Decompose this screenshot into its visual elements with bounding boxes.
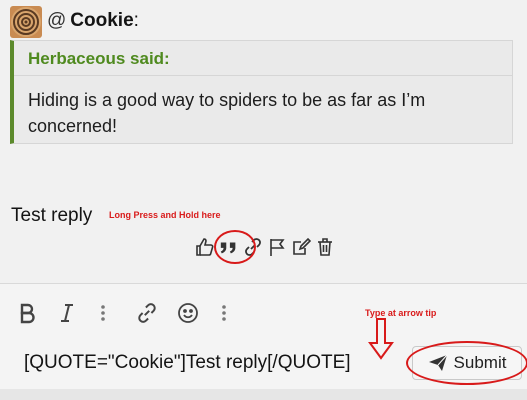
quote-divider (14, 75, 512, 76)
smiley-icon[interactable] (175, 300, 201, 326)
flag-icon[interactable] (267, 236, 287, 258)
italic-icon[interactable] (54, 300, 80, 326)
quote-block: Herbaceous said: Hiding is a good way to… (10, 40, 513, 144)
highlight-ring-quote (214, 230, 256, 264)
bold-icon[interactable] (14, 300, 40, 326)
mention-suffix: : (133, 10, 139, 31)
editor-input[interactable]: [QUOTE="Cookie"]Test reply[/QUOTE] (24, 352, 351, 374)
more-icon[interactable] (90, 300, 116, 326)
mention-username[interactable]: Cookie (70, 10, 133, 31)
edit-icon[interactable] (291, 236, 311, 258)
bottom-strip (0, 389, 527, 400)
avatar[interactable] (10, 6, 42, 38)
annotation-type-arrow: Type at arrow tip (365, 308, 437, 318)
delete-icon[interactable] (315, 236, 335, 258)
quote-header[interactable]: Herbaceous said: (28, 49, 170, 69)
more-icon[interactable] (211, 300, 237, 326)
post-text: Test reply (11, 205, 93, 226)
annotation-long-press: Long Press and Hold here (109, 210, 221, 220)
mention-at: @ (47, 10, 67, 31)
highlight-ring-submit (406, 341, 527, 385)
down-arrow-icon (368, 318, 394, 365)
link-icon[interactable] (134, 300, 160, 326)
quote-body: Hiding is a good way to spiders to be as… (28, 90, 426, 136)
like-icon[interactable] (195, 236, 215, 258)
mention-line: @ Cookie: (47, 10, 139, 32)
